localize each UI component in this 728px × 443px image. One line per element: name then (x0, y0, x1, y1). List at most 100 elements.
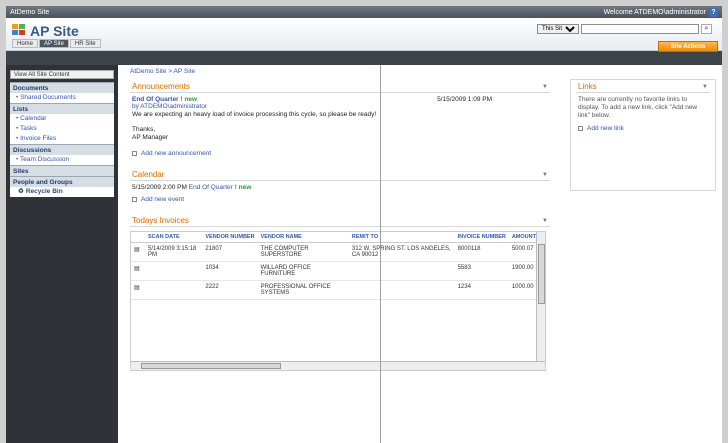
horizontal-scroll-thumb[interactable] (141, 363, 281, 369)
quick-launch: View All Site Content Documents Shared D… (6, 65, 118, 443)
vertical-scroll-thumb[interactable] (538, 244, 545, 304)
view-all-content-link[interactable]: View All Site Content (10, 70, 114, 79)
col-vendor-number[interactable]: VENDOR NUMBER (202, 232, 258, 243)
col-scan-date[interactable]: SCAN DATE (145, 232, 203, 243)
search-scope-select[interactable]: This Site (537, 24, 579, 34)
links-menu-icon[interactable]: ▼ (702, 84, 708, 90)
nav-header-sites[interactable]: Sites (10, 165, 114, 176)
toolbar-strip (6, 51, 722, 65)
document-icon[interactable]: ▤ (131, 280, 145, 300)
search-icon[interactable]: ⌕ (701, 24, 712, 34)
top-site-link[interactable]: AtDemo Site (10, 9, 49, 16)
invoices-table: SCAN DATE VENDOR NUMBER VENDOR NAME REMI… (131, 232, 539, 300)
cell-remit-to: 312 W. SPRING ST. LOS ANGELES, CA 90012 (348, 242, 455, 262)
site-logo-icon (12, 24, 26, 36)
invoices-table-viewport: SCAN DATE VENDOR NUMBER VENDOR NAME REMI… (130, 231, 546, 371)
announcement-title[interactable]: End Of Quarter (132, 96, 179, 103)
announcement-item: End Of Quarter ! new 5/15/2009 1:09 PM b… (130, 93, 550, 144)
tab-home[interactable]: Home (12, 39, 39, 48)
recycle-bin-icon: ♻ (18, 188, 24, 195)
table-row[interactable]: ▤ 5/14/2009 3:15:18 PM 21807 THE COMPUTE… (131, 242, 539, 262)
calendar-entry-date: 5/15/2009 2:00 PM (132, 184, 187, 191)
calendar-new-badge: ! new (234, 184, 252, 191)
nav-item-shared-documents[interactable]: Shared Documents (10, 93, 114, 103)
cell-scan-date: 5/14/2009 3:15:18 PM (145, 242, 203, 262)
welcome-menu[interactable]: Welcome ATDEMO\administrator (604, 9, 706, 16)
app-window: AtDemo Site Welcome ATDEMO\administrator… (6, 6, 722, 443)
cell-scan-date (145, 261, 203, 281)
announcement-author[interactable]: by ATDEMO\administrator (132, 103, 548, 110)
col-icon (131, 232, 145, 243)
nav-item-invoice-files[interactable]: Invoice Files (10, 134, 114, 144)
help-icon[interactable]: ? (709, 7, 718, 17)
tab-ap-site[interactable]: AP Site (39, 39, 69, 48)
calendar-entry: 5/15/2009 2:00 PM End Of Quarter ! new (130, 181, 550, 194)
search-input[interactable] (581, 24, 699, 34)
nav-item-team-discussion[interactable]: Team Discussion (10, 155, 114, 165)
calendar-entry-title[interactable]: End Of Quarter (189, 184, 233, 191)
document-icon[interactable]: ▤ (131, 261, 145, 281)
recycle-bin-label: Recycle Bin (25, 188, 63, 195)
document-icon[interactable]: ▤ (131, 242, 145, 262)
announcements-menu-icon[interactable]: ▼ (542, 84, 548, 90)
add-event-link[interactable]: Add new event (130, 194, 550, 209)
col-invoice-number[interactable]: INVOICE NUMBER (454, 232, 509, 243)
cell-invoice-number: 8000118 (454, 242, 509, 262)
links-title[interactable]: Links (578, 82, 597, 91)
cell-vendor-name: WILLARD OFFICE FURNITURE (257, 261, 349, 281)
announcement-sign-2: AP Manager (132, 134, 169, 141)
col-amount[interactable]: AMOUNT (508, 232, 539, 243)
nav-item-tasks[interactable]: Tasks (10, 124, 114, 134)
site-header: AP Site Home AP Site HR Site This Site ⌕ (6, 18, 722, 51)
guide-line (380, 65, 381, 443)
calendar-title[interactable]: Calendar (132, 170, 164, 179)
add-announcement-link[interactable]: Add new announcement (130, 144, 550, 163)
main-content: AtDemo Site > AP Site Announcements ▼ En… (124, 65, 722, 443)
site-actions-button[interactable]: Site Actions (658, 41, 718, 52)
invoices-menu-icon[interactable]: ▼ (542, 218, 548, 224)
quick-launch-box: Documents Shared Documents Lists Calenda… (10, 82, 114, 197)
table-row[interactable]: ▤ 1034 WILLARD OFFICE FURNITURE 5583 190… (131, 261, 539, 281)
add-icon (132, 197, 137, 202)
right-column: Links ▼ There are currently no favorite … (576, 81, 710, 138)
horizontal-scrollbar[interactable] (131, 361, 545, 370)
nav-header-lists[interactable]: Lists (10, 103, 114, 114)
cell-remit-to (348, 280, 455, 300)
search-area: This Site ⌕ (537, 24, 712, 34)
calendar-menu-icon[interactable]: ▼ (542, 172, 548, 178)
cell-invoice-number: 5583 (454, 261, 509, 281)
nav-header-documents[interactable]: Documents (10, 82, 114, 93)
add-icon (578, 126, 583, 131)
top-bar: AtDemo Site Welcome ATDEMO\administrator… (6, 6, 722, 18)
announcements-header: Announcements ▼ (130, 81, 550, 93)
nav-header-people-groups[interactable]: People and Groups (10, 176, 114, 187)
nav-item-calendar[interactable]: Calendar (10, 114, 114, 124)
cell-vendor-name: THE COMPUTER SUPERSTORE (257, 242, 349, 262)
cell-amount: 1000.00 (508, 280, 539, 300)
table-row[interactable]: ▤ 2222 PROFESSIONAL OFFICE SYSTEMS 1234 … (131, 280, 539, 300)
col-vendor-name[interactable]: VENDOR NAME (257, 232, 349, 243)
announcement-sign-1: Thanks, (132, 126, 156, 133)
cell-remit-to (348, 261, 455, 281)
cell-vendor-name: PROFESSIONAL OFFICE SYSTEMS (257, 280, 349, 300)
breadcrumb[interactable]: AtDemo Site > AP Site (130, 68, 195, 75)
cell-invoice-number: 1234 (454, 280, 509, 300)
nav-header-discussions[interactable]: Discussions (10, 144, 114, 155)
main-column: Announcements ▼ End Of Quarter ! new 5/1… (130, 81, 550, 371)
cell-vendor-number: 21807 (202, 242, 258, 262)
add-icon (132, 151, 137, 156)
vertical-scrollbar[interactable] (536, 232, 545, 364)
links-empty-text: There are currently no favorite links to… (578, 96, 698, 119)
announcements-title[interactable]: Announcements (132, 82, 190, 91)
cell-vendor-number: 2222 (202, 280, 258, 300)
new-badge: ! new (180, 96, 198, 103)
top-nav-tabs: Home AP Site HR Site (12, 39, 101, 48)
links-header: Links ▼ (576, 81, 710, 93)
recycle-bin-link[interactable]: ♻ Recycle Bin (10, 187, 114, 197)
tab-hr-site[interactable]: HR Site (69, 39, 101, 48)
add-announcement-label: Add new announcement (141, 150, 212, 157)
invoices-title[interactable]: Todays Invoices (132, 216, 189, 225)
col-remit-to[interactable]: REMIT TO (348, 232, 455, 243)
add-link-link[interactable]: Add new link (576, 123, 710, 138)
site-title: AP Site (30, 23, 79, 39)
